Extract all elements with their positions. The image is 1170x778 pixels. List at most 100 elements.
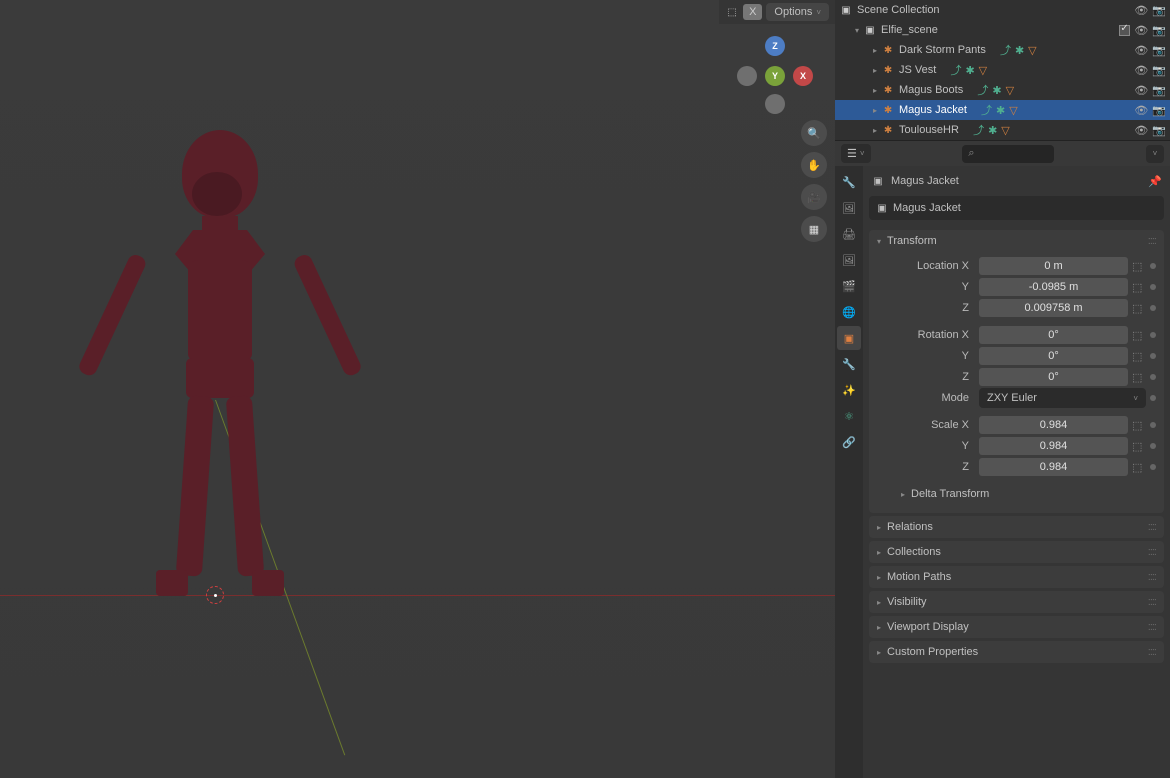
eye-icon[interactable]: 👁 <box>1134 44 1148 57</box>
keyframe-dot[interactable] <box>1150 305 1156 311</box>
outliner-row-item[interactable]: ▸ ✱ Dark Storm Pants ⤴ ✱ ▽ 👁 📷 <box>835 40 1170 60</box>
panel-header-viewport-display[interactable]: ▸ Viewport Display :::: <box>869 616 1164 638</box>
keyframe-dot[interactable] <box>1150 464 1156 470</box>
disclosure-icon[interactable]: ▸ <box>873 86 877 95</box>
keyframe-dot[interactable] <box>1150 374 1156 380</box>
disclosure-icon[interactable]: ▸ <box>873 126 877 135</box>
panel-header-motion-paths[interactable]: ▸ Motion Paths :::: <box>869 566 1164 588</box>
disclosure-icon[interactable]: ▾ <box>855 26 859 35</box>
properties-search[interactable]: ⌕ <box>962 145 1054 163</box>
panel-delta-transform[interactable]: ▸ Delta Transform <box>877 478 1156 505</box>
disclosure-icon[interactable]: ▸ <box>873 46 877 55</box>
rotation-z-field[interactable]: 0° <box>979 368 1128 386</box>
camera-icon[interactable]: 📷 <box>1152 124 1166 137</box>
tab-modifiers[interactable]: 🔧 <box>837 352 861 376</box>
camera-icon[interactable]: 📷 <box>1152 84 1166 97</box>
panel-header-collections[interactable]: ▸ Collections :::: <box>869 541 1164 563</box>
tab-object[interactable]: ▣ <box>837 326 861 350</box>
lock-icon[interactable]: ⬚ <box>1132 440 1146 453</box>
disclosure-icon[interactable]: ▸ <box>873 106 877 115</box>
disclosure-icon[interactable]: ▸ <box>873 66 877 75</box>
location-x-field[interactable]: 0 m <box>979 257 1128 275</box>
location-y-field[interactable]: -0.0985 m <box>979 278 1128 296</box>
lock-icon[interactable]: ⬚ <box>1132 281 1146 294</box>
keyframe-dot[interactable] <box>1150 332 1156 338</box>
tab-physics[interactable]: ⚛ <box>837 404 861 428</box>
outliner-row-item[interactable]: ▸ ✱ ToulouseHR ⤴ ✱ ▽ 👁 📷 <box>835 120 1170 140</box>
lock-icon[interactable]: ⬚ <box>1132 302 1146 315</box>
scale-y-field[interactable]: 0.984 <box>979 437 1128 455</box>
location-z-field[interactable]: 0.009758 m <box>979 299 1128 317</box>
lock-icon[interactable]: ⬚ <box>1132 350 1146 363</box>
object-name-field[interactable]: ▣ Magus Jacket <box>869 196 1164 220</box>
perspective-button[interactable]: ▦ <box>801 216 827 242</box>
tab-output[interactable]: 🖨 <box>837 222 861 246</box>
navigation-gizmo[interactable]: Z Y X <box>735 36 815 116</box>
keyframe-dot[interactable] <box>1150 443 1156 449</box>
panel-header-custom-properties[interactable]: ▸ Custom Properties :::: <box>869 641 1164 663</box>
tab-render[interactable]: 🖼 <box>837 196 861 220</box>
eye-icon[interactable]: 👁 <box>1134 84 1148 97</box>
outliner[interactable]: ▣ Scene Collection 👁 📷 ▾ ▣ Elfie_scene 👁… <box>835 0 1170 140</box>
outliner-row-item[interactable]: ▸ ✱ JS Vest ⤴ ✱ ▽ 👁 📷 <box>835 60 1170 80</box>
panel-header-visibility[interactable]: ▸ Visibility :::: <box>869 591 1164 613</box>
tab-constraints[interactable]: 🔗 <box>837 430 861 454</box>
zoom-button[interactable]: 🔍 <box>801 120 827 146</box>
viewport-3d[interactable]: ⬚ X Options ˅ Z Y X 🔍 ✋ 🎥 ▦ <box>0 0 835 778</box>
filter-button[interactable]: ˅ <box>1146 145 1164 163</box>
keyframe-dot[interactable] <box>1150 353 1156 359</box>
eye-icon[interactable]: 👁 <box>1134 104 1148 117</box>
axis-x[interactable]: X <box>793 66 813 86</box>
lock-icon[interactable]: ⬚ <box>1132 260 1146 273</box>
editor-type-dropdown[interactable]: ☰ ˅ <box>841 144 871 163</box>
rotation-y-field[interactable]: 0° <box>979 347 1128 365</box>
subpanel-title: Delta Transform <box>911 488 989 500</box>
lock-icon[interactable]: ⬚ <box>1132 329 1146 342</box>
rotation-mode-dropdown[interactable]: ZXY Euler ˅ <box>979 388 1146 408</box>
camera-button[interactable]: 🎥 <box>801 184 827 210</box>
rotation-x-field[interactable]: 0° <box>979 326 1128 344</box>
exclude-checkbox[interactable] <box>1119 25 1130 36</box>
select-icon[interactable]: ⬚ <box>725 5 739 19</box>
axis-neg-x[interactable] <box>737 66 757 86</box>
panel-header-relations[interactable]: ▸ Relations :::: <box>869 516 1164 538</box>
lock-icon[interactable]: ⬚ <box>1132 461 1146 474</box>
eye-icon[interactable]: 👁 <box>1134 64 1148 77</box>
axis-y[interactable]: Y <box>765 66 785 86</box>
axis-z[interactable]: Z <box>765 36 785 56</box>
panel-header-transform[interactable]: ▾ Transform :::: <box>869 230 1164 252</box>
tab-view-layer[interactable]: 🖼 <box>837 248 861 272</box>
camera-icon[interactable]: 📷 <box>1152 64 1166 77</box>
scale-z-field[interactable]: 0.984 <box>979 458 1128 476</box>
camera-icon[interactable]: 📷 <box>1152 4 1166 17</box>
keyframe-dot[interactable] <box>1150 395 1156 401</box>
tab-tool[interactable]: 🔧 <box>837 170 861 194</box>
tab-world[interactable]: 🌐 <box>837 300 861 324</box>
lock-icon[interactable]: ⬚ <box>1132 371 1146 384</box>
options-dropdown[interactable]: Options ˅ <box>766 3 829 21</box>
character-mesh[interactable] <box>120 130 320 600</box>
properties-content[interactable]: ▣ Magus Jacket 📌 ▣ Magus Jacket ▾ Transf… <box>863 166 1170 778</box>
keyframe-dot[interactable] <box>1150 263 1156 269</box>
lock-icon[interactable]: ⬚ <box>1132 419 1146 432</box>
outliner-row-item-selected[interactable]: ▸ ✱ Magus Jacket ⤴ ✱ ▽ 👁 📷 <box>835 100 1170 120</box>
tab-scene[interactable]: 🎬 <box>837 274 861 298</box>
axis-neg-z[interactable] <box>765 94 785 114</box>
camera-icon[interactable]: 📷 <box>1152 24 1166 37</box>
outliner-row-scene-collection[interactable]: ▣ Scene Collection 👁 📷 <box>835 0 1170 20</box>
pan-button[interactable]: ✋ <box>801 152 827 178</box>
camera-icon[interactable]: 📷 <box>1152 44 1166 57</box>
eye-icon[interactable]: 👁 <box>1134 24 1148 37</box>
camera-icon[interactable]: 📷 <box>1152 104 1166 117</box>
pin-icon[interactable]: 📌 <box>1148 175 1162 188</box>
grip-icon: :::: <box>1148 235 1156 247</box>
outliner-row-item[interactable]: ▸ ✱ Magus Boots ⤴ ✱ ▽ 👁 📷 <box>835 80 1170 100</box>
outliner-row-scene[interactable]: ▾ ▣ Elfie_scene 👁 📷 <box>835 20 1170 40</box>
keyframe-dot[interactable] <box>1150 284 1156 290</box>
keyframe-dot[interactable] <box>1150 422 1156 428</box>
scale-x-field[interactable]: 0.984 <box>979 416 1128 434</box>
eye-icon[interactable]: 👁 <box>1134 4 1148 17</box>
tab-particles[interactable]: ✨ <box>837 378 861 402</box>
gizmo-toggle-x[interactable]: X <box>743 4 762 20</box>
eye-icon[interactable]: 👁 <box>1134 124 1148 137</box>
